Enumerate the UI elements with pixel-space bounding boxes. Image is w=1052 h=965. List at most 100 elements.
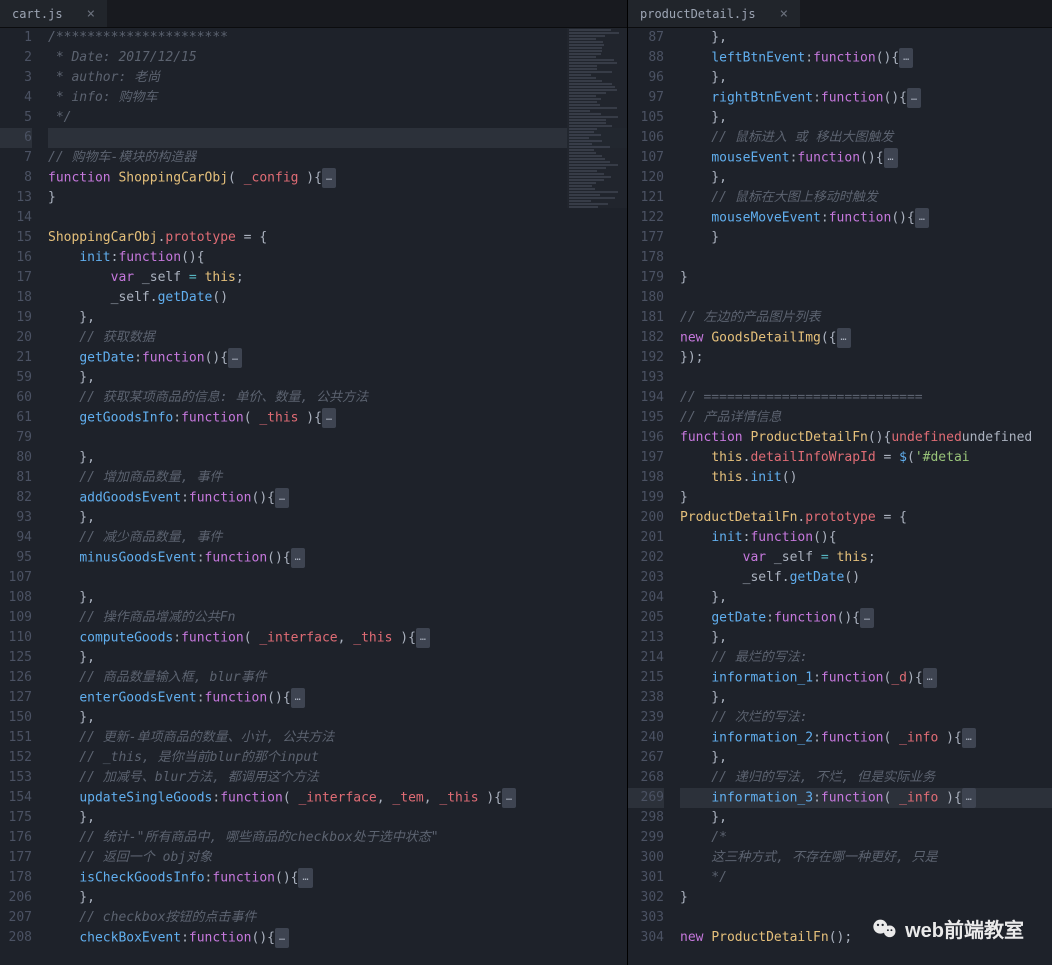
code-line[interactable]: // 加减号、blur方法, 都调用这个方法 — [48, 768, 627, 788]
code-line[interactable]: // 减少商品数量, 事件 — [48, 528, 627, 548]
code-line[interactable]: } — [680, 228, 1052, 248]
code-line[interactable]: } — [680, 268, 1052, 288]
code-line[interactable]: // 购物车-模块的构造器 — [48, 148, 627, 168]
code-line[interactable]: mouseEvent:function(){… — [680, 148, 1052, 168]
code-line[interactable] — [680, 248, 1052, 268]
code-line[interactable]: getDate:function(){… — [48, 348, 627, 368]
code-line[interactable]: // 左边的产品图片列表 — [680, 308, 1052, 328]
tab-productdetail-js[interactable]: productDetail.js × — [628, 0, 801, 27]
tab-cart-js[interactable]: cart.js × — [0, 0, 108, 27]
code-line[interactable]: }, — [680, 748, 1052, 768]
code-line[interactable]: }, — [48, 808, 627, 828]
code-line[interactable]: }, — [680, 28, 1052, 48]
code-line[interactable]: information_3:function( _info ){… — [680, 788, 1052, 808]
code-line[interactable]: // 更新-单项商品的数量、小计, 公共方法 — [48, 728, 627, 748]
code-line[interactable]: // 增加商品数量, 事件 — [48, 468, 627, 488]
code-line[interactable]: }, — [48, 708, 627, 728]
code-line[interactable]: }); — [680, 348, 1052, 368]
code-line[interactable]: getGoodsInfo:function( _this ){… — [48, 408, 627, 428]
code-line[interactable]: this.detailInfoWrapId = $('#detai — [680, 448, 1052, 468]
code-line[interactable]: // 最烂的写法: — [680, 648, 1052, 668]
code-line[interactable]: * info: 购物车 — [48, 88, 627, 108]
code-line[interactable]: // _this, 是你当前blur的那个input — [48, 748, 627, 768]
code-line[interactable]: 这三种方式, 不存在哪一种更好, 只是 — [680, 848, 1052, 868]
code-line[interactable]: // 次烂的写法: — [680, 708, 1052, 728]
code-line[interactable]: } — [680, 488, 1052, 508]
code-line[interactable] — [680, 288, 1052, 308]
code-line[interactable]: getDate:function(){… — [680, 608, 1052, 628]
code-line[interactable]: // 操作商品增减的公共Fn — [48, 608, 627, 628]
code-body-left[interactable]: 1234567813141516171819202159606179808182… — [0, 28, 627, 965]
code-right[interactable]: }, leftBtnEvent:function(){… }, rightBtn… — [674, 28, 1052, 965]
code-line[interactable]: this.init() — [680, 468, 1052, 488]
code-line[interactable]: // 获取数据 — [48, 328, 627, 348]
code-line[interactable]: // 鼠标在大图上移动时触发 — [680, 188, 1052, 208]
code-line[interactable]: checkBoxEvent:function(){… — [48, 928, 627, 948]
code-line[interactable]: // checkbox按钮的点击事件 — [48, 908, 627, 928]
close-icon[interactable]: × — [780, 7, 788, 21]
code-line[interactable]: information_1:function(_d){… — [680, 668, 1052, 688]
code-line[interactable]: var _self = this; — [48, 268, 627, 288]
minimap-left[interactable] — [567, 28, 627, 208]
code-line[interactable]: init:function(){ — [48, 248, 627, 268]
code-line[interactable]: }, — [48, 648, 627, 668]
code-line[interactable]: addGoodsEvent:function(){… — [48, 488, 627, 508]
code-line[interactable]: enterGoodsEvent:function(){… — [48, 688, 627, 708]
code-line[interactable]: function ProductDetailFn(){undefinedunde… — [680, 428, 1052, 448]
code-line[interactable] — [680, 368, 1052, 388]
code-line[interactable]: */ — [48, 108, 627, 128]
code-left[interactable]: /********************** * Date: 2017/12/… — [42, 28, 627, 965]
code-line[interactable]: // 递归的写法, 不烂, 但是实际业务 — [680, 768, 1052, 788]
code-line[interactable]: }, — [680, 808, 1052, 828]
code-line[interactable]: init:function(){ — [680, 528, 1052, 548]
code-line[interactable]: information_2:function( _info ){… — [680, 728, 1052, 748]
code-line[interactable]: */ — [680, 868, 1052, 888]
code-line[interactable]: }, — [680, 628, 1052, 648]
code-line[interactable]: ShoppingCarObj.prototype = { — [48, 228, 627, 248]
code-line[interactable]: // 获取某项商品的信息: 单价、数量, 公共方法 — [48, 388, 627, 408]
code-line[interactable] — [48, 208, 627, 228]
code-line[interactable]: }, — [48, 508, 627, 528]
code-line[interactable]: _self.getDate() — [48, 288, 627, 308]
code-line[interactable]: function ShoppingCarObj( _config ){… — [48, 168, 627, 188]
code-line[interactable]: isCheckGoodsInfo:function(){… — [48, 868, 627, 888]
code-line[interactable]: /* — [680, 828, 1052, 848]
code-line[interactable]: leftBtnEvent:function(){… — [680, 48, 1052, 68]
code-line[interactable] — [48, 428, 627, 448]
code-line[interactable]: } — [680, 888, 1052, 908]
code-line[interactable]: updateSingleGoods:function( _interface, … — [48, 788, 627, 808]
code-line[interactable]: minusGoodsEvent:function(){… — [48, 548, 627, 568]
code-line[interactable]: // ============================ — [680, 388, 1052, 408]
code-line[interactable]: // 返回一个 obj对象 — [48, 848, 627, 868]
code-line[interactable]: }, — [48, 368, 627, 388]
code-line[interactable]: }, — [48, 588, 627, 608]
code-line[interactable]: // 商品数量输入框, blur事件 — [48, 668, 627, 688]
code-line[interactable]: computeGoods:function( _interface, _this… — [48, 628, 627, 648]
code-line[interactable]: rightBtnEvent:function(){… — [680, 88, 1052, 108]
code-body-right[interactable]: 8788969710510610712012112217717817918018… — [628, 28, 1052, 965]
code-line[interactable]: * Date: 2017/12/15 — [48, 48, 627, 68]
code-line[interactable]: mouseMoveEvent:function(){… — [680, 208, 1052, 228]
code-line[interactable]: var _self = this; — [680, 548, 1052, 568]
code-line[interactable]: * author: 老尚 — [48, 68, 627, 88]
code-line[interactable]: // 产品详情信息 — [680, 408, 1052, 428]
code-line[interactable]: }, — [680, 168, 1052, 188]
code-line[interactable]: ProductDetailFn.prototype = { — [680, 508, 1052, 528]
line-number: 81 — [0, 468, 32, 488]
code-line[interactable]: // 统计-"所有商品中, 哪些商品的checkbox处于选中状态" — [48, 828, 627, 848]
code-line[interactable]: new GoodsDetailImg({… — [680, 328, 1052, 348]
code-line[interactable] — [48, 568, 627, 588]
close-icon[interactable]: × — [87, 7, 95, 21]
code-line[interactable]: }, — [680, 68, 1052, 88]
code-line[interactable]: }, — [48, 308, 627, 328]
code-line[interactable]: }, — [48, 448, 627, 468]
code-line[interactable]: _self.getDate() — [680, 568, 1052, 588]
code-line[interactable]: } — [48, 188, 627, 208]
code-line[interactable]: }, — [680, 588, 1052, 608]
code-line[interactable]: // 鼠标进入 或 移出大图触发 — [680, 128, 1052, 148]
code-line[interactable]: }, — [48, 888, 627, 908]
code-line[interactable]: }, — [680, 688, 1052, 708]
code-line[interactable] — [48, 128, 627, 148]
code-line[interactable]: }, — [680, 108, 1052, 128]
code-line[interactable]: /********************** — [48, 28, 627, 48]
